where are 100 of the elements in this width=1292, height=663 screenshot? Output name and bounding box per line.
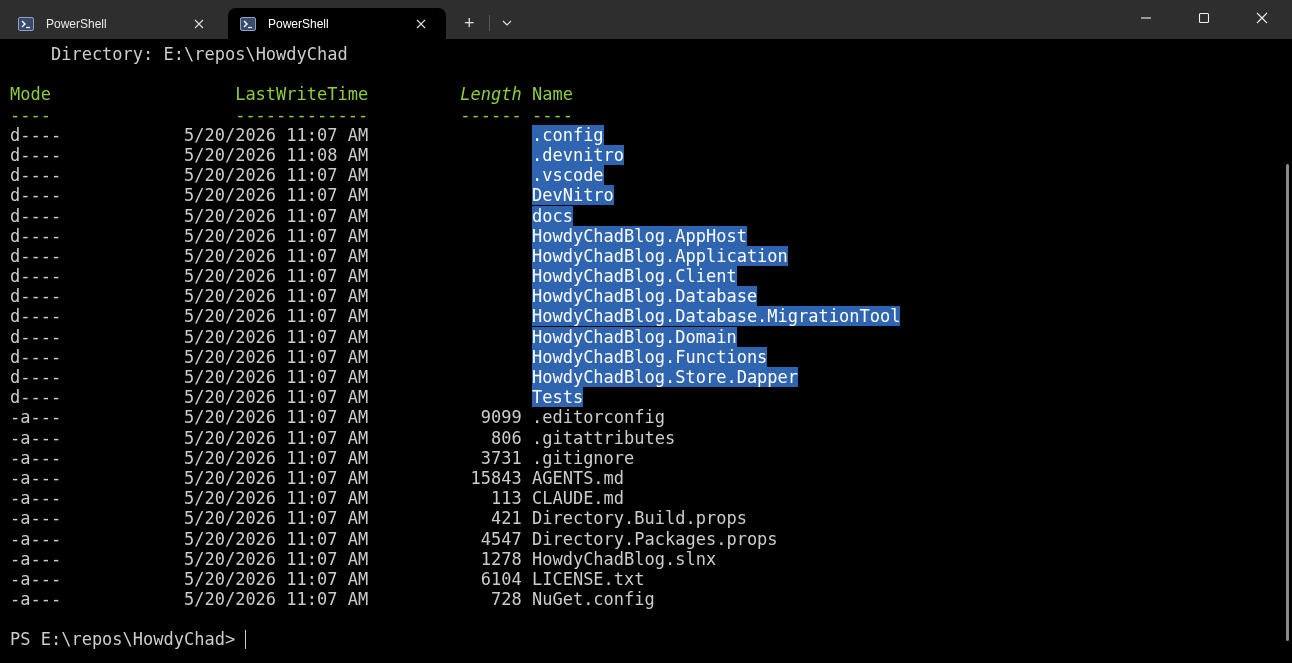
- scrollbar[interactable]: [1286, 164, 1289, 641]
- mode-cell: d----: [10, 124, 62, 145]
- terminal-tab[interactable]: PowerShell: [6, 8, 224, 39]
- name-cell: HowdyChadBlog.AppHost: [531, 225, 747, 246]
- name-cell: HowdyChadBlog.Functions: [531, 346, 768, 367]
- name-cell: HowdyChadBlog.Database.MigrationTool: [531, 306, 901, 327]
- mode-cell: d----: [10, 387, 62, 408]
- name-cell: HowdyChadBlog.Application: [531, 245, 788, 266]
- close-icon[interactable]: [416, 18, 426, 29]
- time-cell: 5/20/2026 11:07 AM: [183, 407, 369, 428]
- time-cell: 5/20/2026 11:07 AM: [183, 528, 369, 549]
- mode-cell: d----: [10, 205, 62, 226]
- length-cell: 728: [491, 589, 522, 610]
- header-rule: ----: [10, 104, 51, 125]
- mode-cell: -a---: [10, 488, 62, 509]
- time-cell: 5/20/2026 11:07 AM: [183, 245, 369, 266]
- time-cell: 5/20/2026 11:07 AM: [183, 185, 369, 206]
- name-cell: .gitattributes: [531, 427, 676, 448]
- length-cell: 806: [491, 427, 522, 448]
- name-cell: .gitignore: [531, 447, 635, 468]
- mode-cell: d----: [10, 185, 62, 206]
- name-cell: HowdyChadBlog.Client: [531, 266, 737, 287]
- name-cell: CLAUDE.md: [531, 488, 625, 509]
- close-icon[interactable]: [1256, 12, 1268, 24]
- name-cell: Directory.Packages.props: [531, 528, 778, 549]
- time-cell: 5/20/2026 11:07 AM: [183, 205, 369, 226]
- close-icon[interactable]: [194, 18, 204, 29]
- header-rule: -------------: [235, 104, 369, 125]
- mode-cell: -a---: [10, 447, 62, 468]
- time-cell: 5/20/2026 11:07 AM: [183, 346, 369, 367]
- mode-cell: -a---: [10, 528, 62, 549]
- time-cell: 5/20/2026 11:07 AM: [183, 568, 369, 589]
- mode-cell: d----: [10, 306, 62, 327]
- text-cursor: [245, 630, 247, 650]
- mode-cell: -a---: [10, 407, 62, 428]
- name-cell: HowdyChadBlog.slnx: [531, 548, 717, 569]
- mode-cell: d----: [10, 225, 62, 246]
- time-cell: 5/20/2026 11:07 AM: [183, 589, 369, 610]
- mode-cell: -a---: [10, 568, 62, 589]
- length-cell: 421: [491, 508, 522, 529]
- time-cell: 5/20/2026 11:07 AM: [183, 165, 369, 186]
- length-cell: 9099: [480, 407, 522, 428]
- name-cell: Directory.Build.props: [531, 508, 747, 529]
- name-cell: AGENTS.md: [531, 467, 625, 488]
- mode-cell: d----: [10, 245, 62, 266]
- time-cell: 5/20/2026 11:07 AM: [183, 306, 369, 327]
- time-cell: 5/20/2026 11:07 AM: [183, 427, 369, 448]
- mode-cell: d----: [10, 144, 62, 165]
- time-cell: 5/20/2026 11:08 AM: [183, 144, 369, 165]
- name-cell: .vscode: [531, 165, 604, 186]
- mode-cell: -a---: [10, 427, 62, 448]
- time-cell: 5/20/2026 11:07 AM: [183, 367, 369, 387]
- new-tab-button[interactable]: +: [450, 8, 489, 39]
- terminal-prompt-icon: [240, 16, 256, 31]
- time-cell: 5/20/2026 11:07 AM: [183, 266, 369, 287]
- length-cell: 1278: [480, 548, 522, 569]
- name-cell: docs: [531, 205, 573, 226]
- length-cell: 3731: [480, 447, 522, 468]
- time-cell: 5/20/2026 11:07 AM: [183, 548, 369, 569]
- time-cell: 5/20/2026 11:07 AM: [183, 286, 369, 307]
- header-rule: ----: [531, 104, 573, 125]
- column-header: Name: [531, 84, 573, 105]
- length-cell: 4547: [480, 528, 522, 549]
- name-cell: Tests: [531, 387, 584, 408]
- name-cell: HowdyChadBlog.Store.Dapper: [531, 367, 799, 387]
- name-cell: HowdyChadBlog.Domain: [531, 326, 737, 347]
- time-cell: 5/20/2026 11:07 AM: [183, 508, 369, 529]
- time-cell: 5/20/2026 11:07 AM: [183, 387, 369, 408]
- time-cell: 5/20/2026 11:07 AM: [183, 326, 369, 347]
- time-cell: 5/20/2026 11:07 AM: [183, 124, 369, 145]
- mode-cell: -a---: [10, 589, 62, 610]
- length-cell: 15843: [470, 467, 522, 488]
- length-cell: 113: [491, 488, 522, 509]
- mode-cell: d----: [10, 346, 62, 367]
- terminal-tab[interactable]: PowerShell: [228, 8, 446, 39]
- mode-cell: -a---: [10, 508, 62, 529]
- mode-cell: d----: [10, 266, 62, 287]
- mode-cell: d----: [10, 165, 62, 186]
- column-header: Length: [460, 84, 522, 105]
- mode-cell: d----: [10, 286, 62, 307]
- name-cell: NuGet.config: [531, 589, 655, 610]
- prompt: PS E:\repos\HowdyChad>: [10, 629, 236, 650]
- mode-cell: d----: [10, 367, 62, 387]
- mode-cell: d----: [10, 326, 62, 347]
- mode-cell: -a---: [10, 548, 62, 569]
- maximize-icon[interactable]: [1198, 12, 1210, 24]
- name-cell: HowdyChadBlog.Database: [531, 286, 758, 307]
- time-cell: 5/20/2026 11:07 AM: [183, 488, 369, 509]
- column-header: Mode: [10, 84, 51, 105]
- name-cell: DevNitro: [531, 185, 614, 206]
- name-cell: .config: [531, 124, 604, 145]
- column-header: LastWriteTime: [235, 84, 369, 105]
- time-cell: 5/20/2026 11:07 AM: [183, 447, 369, 468]
- name-cell: LICENSE.txt: [531, 568, 645, 589]
- mode-cell: -a---: [10, 467, 62, 488]
- name-cell: .editorconfig: [531, 407, 665, 428]
- header-rule: ------: [460, 104, 522, 125]
- terminal-prompt-icon: [18, 16, 34, 31]
- time-cell: 5/20/2026 11:07 AM: [183, 225, 369, 246]
- chevron-down-icon[interactable]: [501, 20, 512, 26]
